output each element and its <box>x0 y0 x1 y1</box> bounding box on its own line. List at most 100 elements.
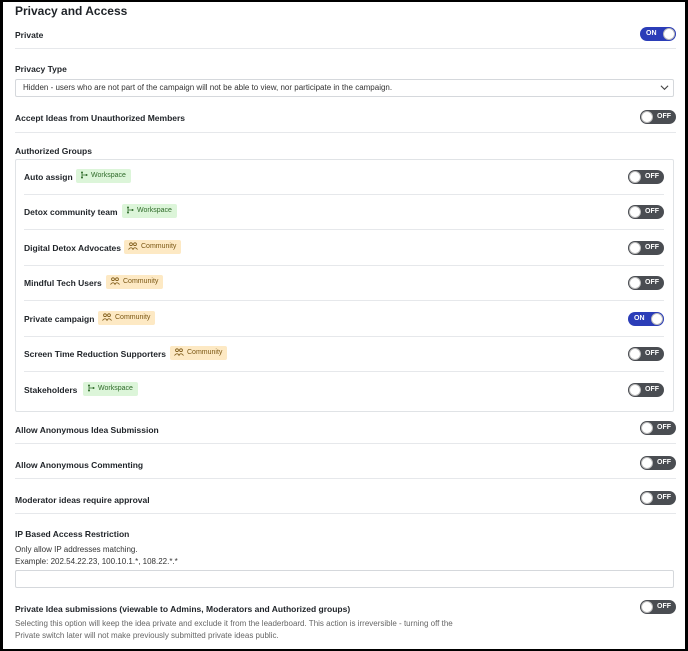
group-name: Auto assign <box>24 172 73 182</box>
group-toggle[interactable]: OFF <box>628 383 664 397</box>
group-toggle[interactable]: OFF <box>628 276 664 290</box>
community-badge: Community <box>124 240 182 254</box>
workspace-badge: Workspace <box>83 382 138 396</box>
toggle-knob <box>629 348 641 360</box>
chevron-down-icon <box>660 85 669 91</box>
people-icon <box>174 348 184 356</box>
workspace-badge: Workspace <box>76 169 131 183</box>
toggle-state: OFF <box>657 603 671 610</box>
branch-icon <box>127 206 134 214</box>
toggle-knob <box>663 28 675 40</box>
private-submissions-description-2: Private switch later will not make previ… <box>15 631 279 640</box>
divider <box>15 478 676 479</box>
people-icon <box>102 313 112 321</box>
toggle-state: OFF <box>657 494 671 501</box>
badge-label: Community <box>141 243 177 250</box>
toggle-knob <box>629 384 641 396</box>
settings-panel: Privacy and Access Private ON Privacy Ty… <box>3 2 685 649</box>
toggle-knob <box>629 206 641 218</box>
branch-icon <box>88 384 95 392</box>
divider <box>24 300 664 301</box>
divider <box>15 132 676 133</box>
private-submissions-description-1: Selecting this option will keep the idea… <box>15 619 453 628</box>
badge-label: Community <box>187 349 223 356</box>
branch-icon <box>81 171 88 179</box>
badge-label: Community <box>115 314 151 321</box>
community-badge: Community <box>106 275 164 289</box>
community-badge: Community <box>170 346 228 360</box>
moderator-approval-toggle[interactable]: OFF <box>640 491 676 505</box>
toggle-knob <box>641 492 653 504</box>
badge-label: Workspace <box>98 385 133 392</box>
group-row-mindful-tech-users: Mindful Tech Users Community OFF <box>24 266 664 301</box>
anon-commenting-label: Allow Anonymous Commenting <box>15 460 144 470</box>
group-row-auto-assign: Auto assign Workspace OFF <box>24 160 664 195</box>
group-toggle[interactable]: OFF <box>628 170 664 184</box>
group-row-screen-time-reduction-supporters: Screen Time Reduction Supporters Communi… <box>24 337 664 372</box>
toggle-state: OFF <box>645 173 659 180</box>
private-submissions-toggle[interactable]: OFF <box>640 600 676 614</box>
private-label: Private <box>15 30 44 40</box>
toggle-state: OFF <box>645 244 659 251</box>
group-row-digital-detox-advocates: Digital Detox Advocates Community OFF <box>24 231 664 266</box>
group-name: Stakeholders <box>24 385 78 395</box>
toggle-knob <box>629 171 641 183</box>
toggle-state: OFF <box>645 208 659 215</box>
divider <box>15 48 676 49</box>
workspace-badge: Workspace <box>122 204 177 218</box>
people-icon <box>128 242 138 250</box>
toggle-knob <box>641 111 653 123</box>
divider <box>15 513 676 514</box>
toggle-knob <box>641 601 653 613</box>
group-name: Private campaign <box>24 314 95 324</box>
toggle-knob <box>641 457 653 469</box>
accept-unauthorized-label: Accept Ideas from Unauthorized Members <box>15 113 186 123</box>
private-submissions-label: Private Idea submissions (viewable to Ad… <box>15 604 351 614</box>
divider <box>24 371 664 372</box>
group-name: Screen Time Reduction Supporters <box>24 349 167 359</box>
badge-label: Community <box>123 278 159 285</box>
badge-label: Workspace <box>91 172 126 179</box>
anon-submission-toggle[interactable]: OFF <box>640 421 676 435</box>
anon-submission-label: Allow Anonymous Idea Submission <box>15 425 159 435</box>
community-badge: Community <box>98 311 156 325</box>
toggle-state: OFF <box>657 113 671 120</box>
accept-unauthorized-toggle[interactable]: OFF <box>640 110 676 124</box>
toggle-knob <box>651 313 663 325</box>
toggle-state: OFF <box>645 386 659 393</box>
group-row-detox-community-team: Detox community team Workspace OFF <box>24 195 664 230</box>
divider <box>24 229 664 230</box>
group-name: Detox community team <box>24 207 118 217</box>
group-name: Mindful Tech Users <box>24 278 102 288</box>
group-name: Digital Detox Advocates <box>24 243 121 253</box>
privacy-type-select[interactable]: Hidden - users who are not part of the c… <box>15 79 674 97</box>
toggle-state: OFF <box>657 424 671 431</box>
ip-help-text: Only allow IP addresses matching. <box>15 545 138 554</box>
ip-address-input[interactable] <box>15 570 674 588</box>
authorized-groups-label: Authorized Groups <box>15 146 92 156</box>
badge-label: Workspace <box>137 207 172 214</box>
section-title: Privacy and Access <box>15 4 128 18</box>
privacy-type-value: Hidden - users who are not part of the c… <box>23 83 393 92</box>
moderator-approval-label: Moderator ideas require approval <box>15 495 150 505</box>
toggle-state: OFF <box>645 350 659 357</box>
group-toggle[interactable]: OFF <box>628 347 664 361</box>
toggle-state: OFF <box>645 279 659 286</box>
anon-commenting-toggle[interactable]: OFF <box>640 456 676 470</box>
toggle-state: ON <box>646 30 657 37</box>
ip-example-text: Example: 202.54.22.23, 100.10.1.*, 108.2… <box>15 557 178 566</box>
toggle-knob <box>629 277 641 289</box>
group-toggle[interactable]: ON <box>628 312 664 326</box>
group-toggle[interactable]: OFF <box>628 205 664 219</box>
group-toggle[interactable]: OFF <box>628 241 664 255</box>
authorized-groups-list: Auto assign Workspace OFF Detox communit… <box>15 159 674 412</box>
people-icon <box>110 277 120 285</box>
group-row-private-campaign: Private campaign Community ON <box>24 302 664 337</box>
divider <box>15 443 676 444</box>
ip-restriction-label: IP Based Access Restriction <box>15 529 130 539</box>
toggle-state: OFF <box>657 459 671 466</box>
private-toggle[interactable]: ON <box>640 27 676 41</box>
toggle-knob <box>629 242 641 254</box>
toggle-knob <box>641 422 653 434</box>
privacy-type-label: Privacy Type <box>15 64 67 74</box>
